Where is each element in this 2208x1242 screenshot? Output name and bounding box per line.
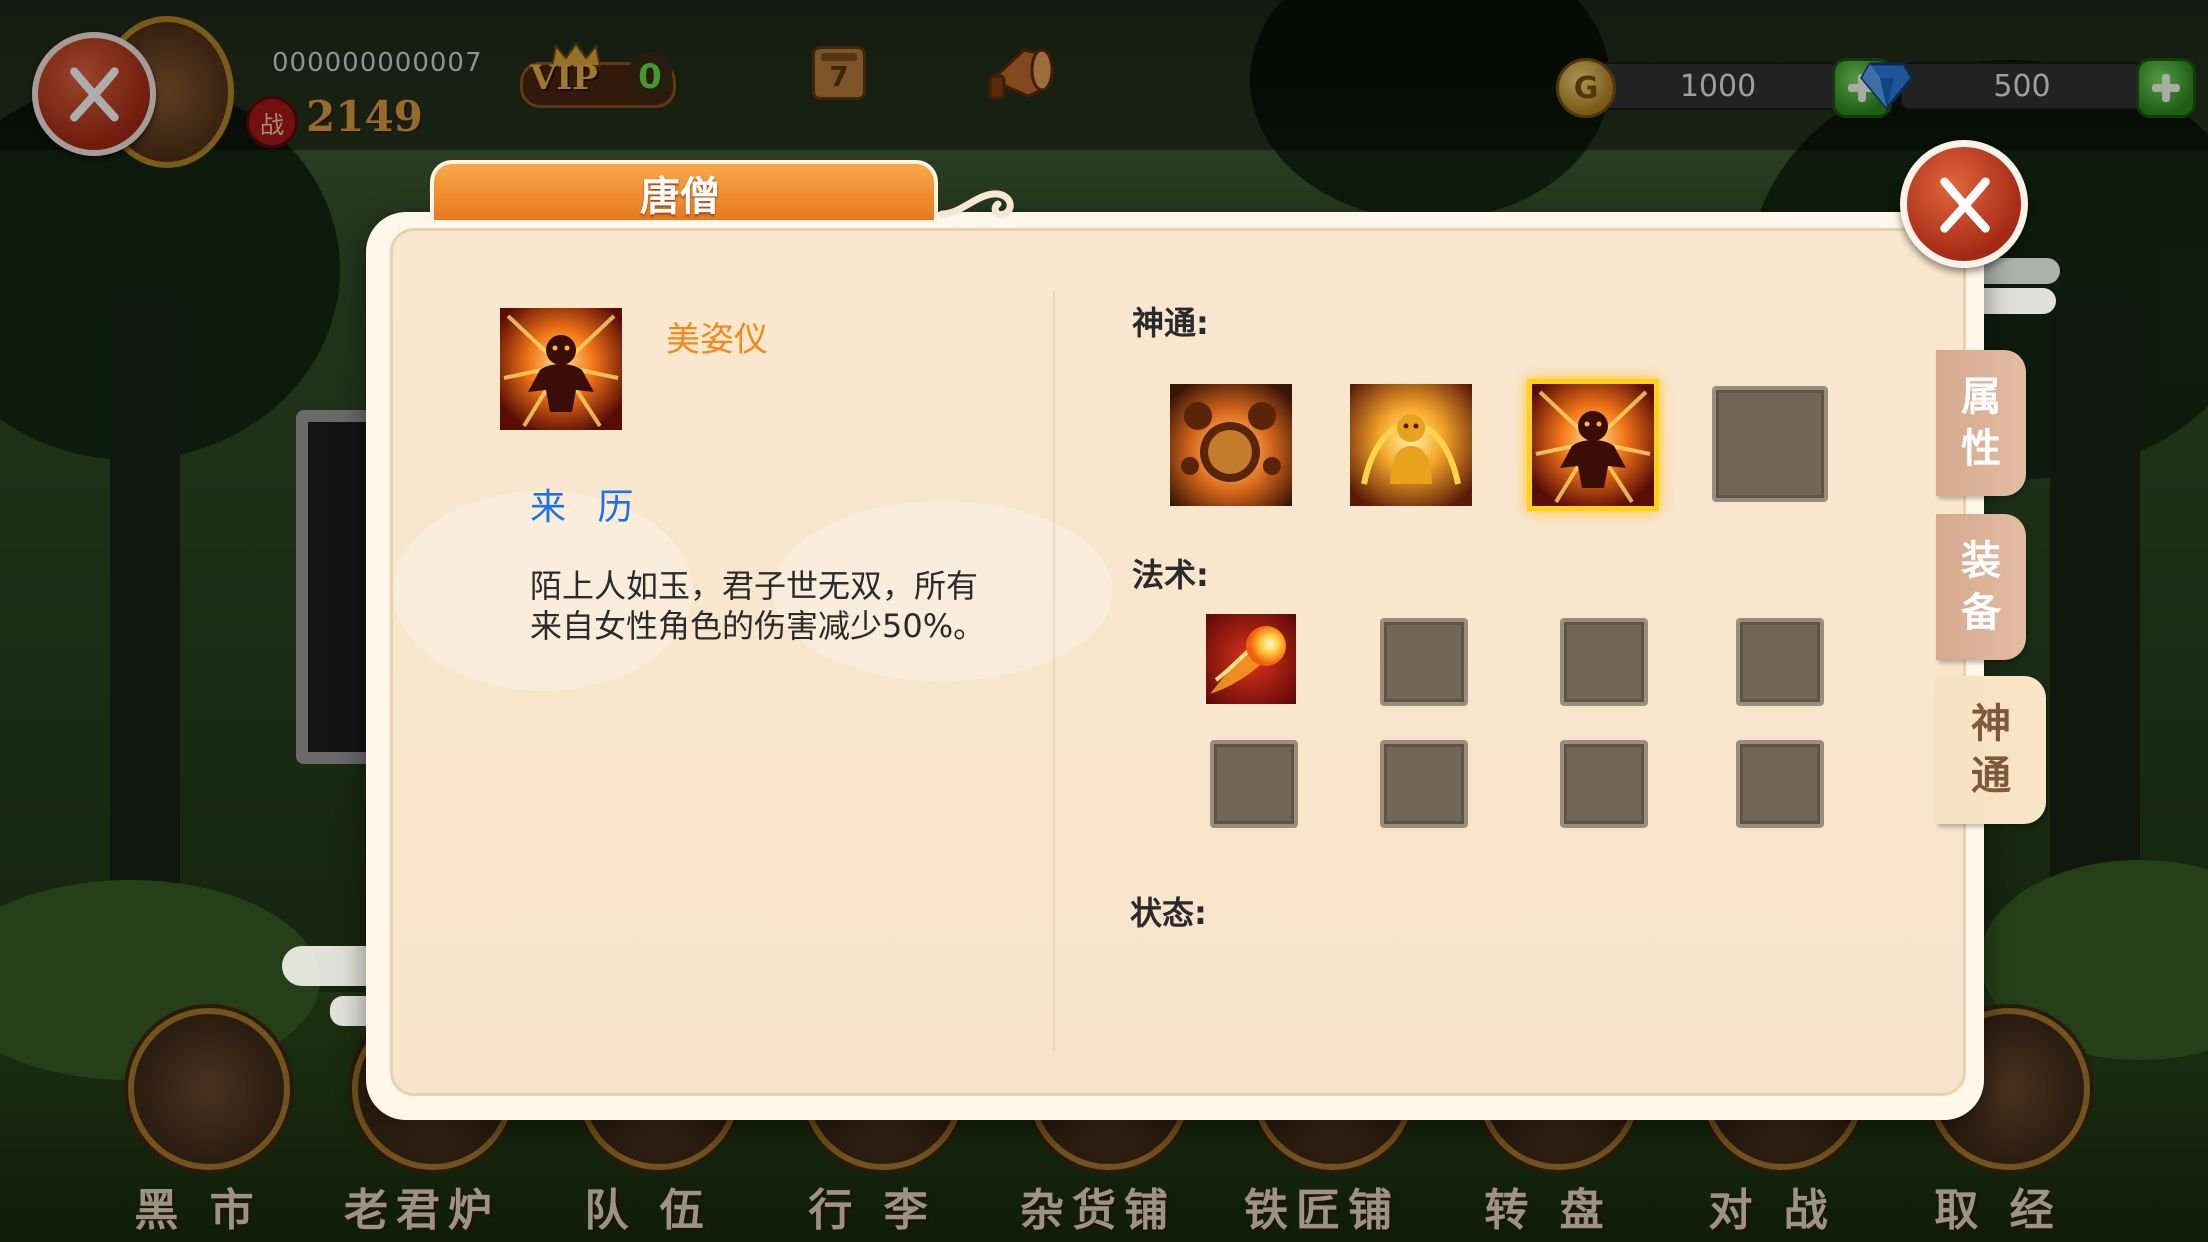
tab-label: 备: [1961, 590, 2001, 636]
tab-label: 性: [1961, 426, 2001, 472]
close-icon: [1939, 177, 1990, 233]
tab-label: 通: [1971, 753, 2011, 799]
tab-label: 装: [1961, 538, 2001, 584]
scroll-ornament-icon: [938, 190, 1014, 219]
character-name: 唐僧: [640, 174, 720, 220]
section-label-powers: 神通:: [1132, 304, 1209, 342]
spell-slot-empty[interactable]: [1380, 618, 1468, 706]
power-slot-3-selected[interactable]: [1527, 379, 1659, 511]
spell-slot-empty[interactable]: [1210, 740, 1298, 828]
tab-label: 神: [1971, 701, 2011, 747]
tab-equipment[interactable]: 装 备: [1936, 514, 2026, 660]
power-slot-2[interactable]: [1350, 384, 1472, 506]
section-label-spells: 法术:: [1132, 556, 1209, 594]
close-panel-button[interactable]: [1900, 140, 2028, 268]
tab-label: 属: [1961, 374, 2001, 420]
section-label-status: 状态:: [1130, 894, 1207, 932]
title-tab: 唐僧: [430, 160, 938, 220]
panel-divider: [1053, 291, 1055, 1051]
spell-slot-empty[interactable]: [1736, 740, 1824, 828]
spell-slot-1-fireball[interactable]: [1206, 614, 1296, 704]
skill-description: 陌上人如玉，君子世无双，所有来自女性角色的伤害减少50%。: [530, 567, 986, 645]
spell-slot-empty[interactable]: [1380, 740, 1468, 828]
tab-powers[interactable]: 神 通: [1936, 676, 2046, 824]
panel-body: [390, 228, 1966, 1096]
spell-slot-empty[interactable]: [1736, 618, 1824, 706]
spell-slot-empty[interactable]: [1560, 740, 1648, 828]
skill-name: 美姿仪: [666, 320, 768, 360]
tab-attributes[interactable]: 属 性: [1936, 350, 2026, 496]
power-slot-empty[interactable]: [1712, 386, 1828, 502]
origin-heading: 来 历: [530, 487, 644, 528]
power-slot-1[interactable]: [1170, 384, 1292, 506]
selected-skill-icon: [500, 308, 622, 430]
spell-slot-empty[interactable]: [1560, 618, 1648, 706]
